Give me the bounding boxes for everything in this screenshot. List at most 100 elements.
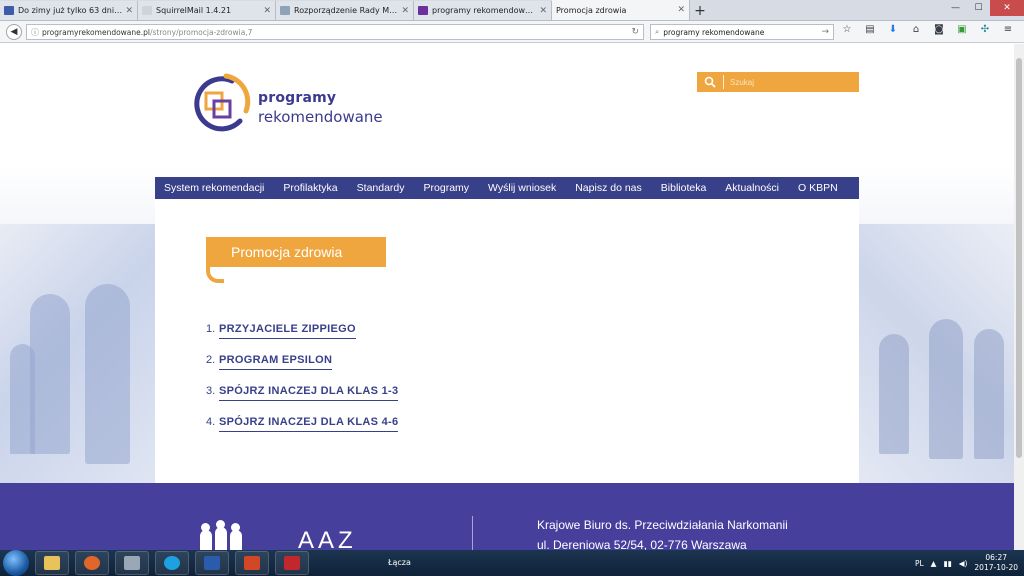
nav-item-biblioteka[interactable]: Biblioteka xyxy=(661,182,707,194)
tab-label: Rozporządzenie Rady Ministrów xyxy=(294,6,399,15)
menu-icon[interactable]: ≡ xyxy=(1001,24,1015,35)
list-number: 2. xyxy=(206,354,216,366)
close-icon[interactable]: ✕ xyxy=(677,5,685,15)
search-icon[interactable] xyxy=(697,76,723,88)
site-search-input[interactable] xyxy=(724,77,844,87)
reload-icon[interactable]: ↻ xyxy=(631,27,639,37)
browser-tab[interactable]: SquirrelMail 1.4.21 ✕ xyxy=(138,1,276,20)
windows-taskbar: Łącza PL ▲ ▮▮ ◀) 06:27 2017-10-20 xyxy=(0,550,1024,576)
back-button[interactable]: ◀ xyxy=(6,23,22,40)
taskbar-app-tool[interactable] xyxy=(115,551,149,575)
mail-icon xyxy=(4,6,14,15)
system-tray: PL ▲ ▮▮ ◀) 06:27 2017-10-20 xyxy=(915,553,1018,573)
download-icon[interactable]: ⬇ xyxy=(886,24,900,35)
url-bar[interactable]: ⓘ programyrekomendowane.pl/strony/promoc… xyxy=(26,24,644,40)
scales-icon xyxy=(280,6,290,15)
page-title-banner: Promocja zdrowia xyxy=(206,237,386,267)
network-icon[interactable]: ▮▮ xyxy=(943,559,951,568)
list-item: 1. PRZYJACIELE ZIPPIEGO xyxy=(206,323,398,354)
clock-date: 2017-10-20 xyxy=(974,563,1018,572)
nav-item-programy[interactable]: Programy xyxy=(424,182,470,194)
taskbar-app-word[interactable] xyxy=(195,551,229,575)
taskbar-app-acrobat[interactable] xyxy=(275,551,309,575)
taskbar-app-powerpoint[interactable] xyxy=(235,551,269,575)
nav-item-wyslij-wniosek[interactable]: Wyślij wniosek xyxy=(488,182,556,194)
pocket-icon[interactable]: ◙ xyxy=(932,24,946,35)
volume-icon[interactable]: ◀) xyxy=(959,559,968,568)
page-scrollbar[interactable] xyxy=(1014,44,1024,550)
word-icon xyxy=(204,556,220,570)
tray-icon[interactable]: ▲ xyxy=(931,559,937,568)
browser-tab-active[interactable]: Promocja zdrowia ✕ xyxy=(552,0,690,20)
close-icon[interactable]: ✕ xyxy=(401,6,409,16)
clipboard-icon[interactable]: ▤ xyxy=(863,24,877,35)
yahoo-icon xyxy=(418,6,428,15)
logo-icon xyxy=(194,73,251,132)
nav-item-system-rekomendacji[interactable]: System rekomendacji xyxy=(164,182,264,194)
new-tab-button[interactable]: + xyxy=(690,1,710,20)
toolbar-icons: ☆ ▤ ⬇ ⌂ ◙ ▣ ✣ ≡ xyxy=(840,24,1015,35)
tab-label: Promocja zdrowia xyxy=(556,5,627,15)
main-navigation: System rekomendacji Profilaktyka Standar… xyxy=(155,177,859,199)
page-title: Promocja zdrowia xyxy=(231,244,343,260)
tab-label: programy rekomendowane - xyxy=(432,6,537,15)
home-icon[interactable]: ⌂ xyxy=(909,24,923,35)
acrobat-icon xyxy=(284,556,300,570)
footer-address: ul. Dereniowa 52/54, 02-776 Warszawa xyxy=(537,538,747,550)
main-content: Promocja zdrowia 1. PRZYJACIELE ZIPPIEGO… xyxy=(155,199,859,484)
firefox-icon xyxy=(84,556,100,570)
browser-tab[interactable]: Rozporządzenie Rady Ministrów ✕ xyxy=(276,1,414,20)
nav-item-aktualnosci[interactable]: Aktualności xyxy=(725,182,779,194)
clock-time: 06:27 xyxy=(985,553,1008,562)
nav-item-profilaktyka[interactable]: Profilaktyka xyxy=(283,182,337,194)
tool-icon xyxy=(124,556,140,570)
browser-tab[interactable]: programy rekomendowane - ✕ xyxy=(414,1,552,20)
search-icon: ⌕ xyxy=(655,27,660,36)
nav-item-napisz-do-nas[interactable]: Napisz do nas xyxy=(575,182,642,194)
background-photo-right xyxy=(859,224,1024,484)
url-path: /strony/promocja-zdrowia,7 xyxy=(150,27,253,37)
web-page: programy rekomendowane System rekomendac… xyxy=(0,44,1024,550)
list-item: 3. SPÓJRZ INACZEJ DLA KLAS 1-3 xyxy=(206,385,399,416)
start-button[interactable] xyxy=(3,550,29,576)
logo-text-rekomendowane: rekomendowane xyxy=(258,108,383,126)
taskbar-app-explorer[interactable] xyxy=(35,551,69,575)
list-number: 1. xyxy=(206,323,216,335)
program-link[interactable]: PRZYJACIELE ZIPPIEGO xyxy=(219,323,356,339)
bookmark-star-icon[interactable]: ☆ xyxy=(840,24,854,35)
list-item: 2. PROGRAM EPSILON xyxy=(206,354,398,385)
site-logo[interactable]: programy rekomendowane xyxy=(192,71,392,141)
window-controls: — ☐ ✕ xyxy=(944,0,1024,16)
list-number: 4. xyxy=(206,416,216,428)
extension-icon[interactable]: ▣ xyxy=(955,24,969,35)
language-indicator[interactable]: PL xyxy=(915,559,924,568)
taskbar-app-firefox[interactable] xyxy=(75,551,109,575)
maximize-button[interactable]: ☐ xyxy=(967,0,990,16)
close-icon[interactable]: ✕ xyxy=(539,6,547,16)
browser-tab[interactable]: Do zimy już tylko 63 dni...! ✕ xyxy=(0,1,138,20)
scrollbar-thumb[interactable] xyxy=(1016,58,1022,458)
go-arrow-icon[interactable]: → xyxy=(821,27,829,37)
footer-org-name: Krajowe Biuro ds. Przeciwdziałania Narko… xyxy=(537,518,788,532)
taskbar-app-skype[interactable] xyxy=(155,551,189,575)
program-link[interactable]: PROGRAM EPSILON xyxy=(219,354,333,370)
program-link[interactable]: SPÓJRZ INACZEJ DLA KLAS 1-3 xyxy=(219,385,399,401)
close-window-button[interactable]: ✕ xyxy=(990,0,1024,16)
tab-label: Do zimy już tylko 63 dni...! xyxy=(18,6,123,15)
tab-label: SquirrelMail 1.4.21 xyxy=(156,6,232,15)
nav-item-standardy[interactable]: Standardy xyxy=(357,182,405,194)
clock[interactable]: 06:27 2017-10-20 xyxy=(974,553,1018,573)
close-icon[interactable]: ✕ xyxy=(125,6,133,16)
list-item: 4. SPÓJRZ INACZEJ DLA KLAS 4-6 xyxy=(206,416,399,447)
powerpoint-icon xyxy=(244,556,260,570)
info-icon[interactable]: ⓘ xyxy=(31,27,39,38)
close-icon[interactable]: ✕ xyxy=(263,6,271,16)
nav-item-o-kbpn[interactable]: O KBPN xyxy=(798,182,838,194)
minimize-button[interactable]: — xyxy=(944,0,967,16)
program-link[interactable]: SPÓJRZ INACZEJ DLA KLAS 4-6 xyxy=(219,416,399,432)
addon-icon[interactable]: ✣ xyxy=(978,24,992,35)
taskbar-links-toolbar[interactable]: Łącza xyxy=(388,558,411,567)
browser-search-input[interactable]: ⌕ programy rekomendowane → xyxy=(650,24,834,40)
background-photo-left xyxy=(0,224,155,484)
footer-logo-mark: AAZ xyxy=(298,527,357,550)
